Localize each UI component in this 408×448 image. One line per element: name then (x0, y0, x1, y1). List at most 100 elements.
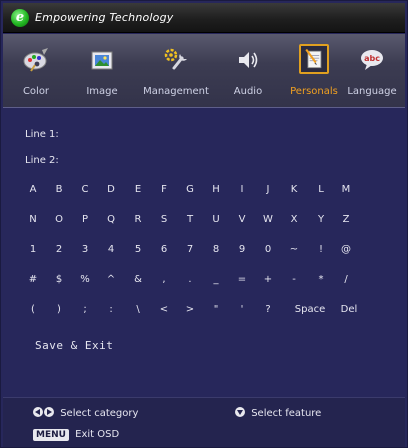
keyboard-key[interactable]: 8 (205, 244, 227, 264)
keyboard-key[interactable]: 7 (179, 244, 201, 264)
keyboard-key[interactable]: ~ (283, 244, 305, 264)
keyboard-key[interactable]: ( (22, 304, 44, 324)
hint-exit-osd-text: Exit OSD (75, 429, 120, 440)
keyboard-key[interactable]: H (205, 184, 227, 204)
keyboard-row: NOPQRSTUVWXYZ (3, 214, 405, 234)
right-arrow-icon (44, 407, 54, 417)
keyboard-key[interactable]: A (22, 184, 44, 204)
keyboard-key[interactable]: P (74, 214, 96, 234)
keyboard-key[interactable]: ? (257, 304, 279, 324)
save-exit-button[interactable]: Save & Exit (35, 339, 113, 352)
keyboard-key[interactable]: > (179, 304, 201, 324)
keyboard-key[interactable]: E (127, 184, 149, 204)
keyboard-key[interactable]: T (179, 214, 201, 234)
keyboard-key[interactable]: I (231, 184, 253, 204)
speech-bubble-abc-icon: abc (361, 50, 383, 70)
keyboard-key[interactable]: D (100, 184, 122, 204)
keyboard-key[interactable]: S (153, 214, 175, 234)
keyboard-key[interactable]: \ (127, 304, 149, 324)
keyboard-key[interactable]: 9 (231, 244, 253, 264)
keyboard-key[interactable]: _ (205, 274, 227, 294)
keyboard-key[interactable]: 2 (48, 244, 70, 264)
keyboard-key[interactable]: * (310, 274, 332, 294)
keyboard-key[interactable]: Q (100, 214, 122, 234)
keyboard-key[interactable]: ' (231, 304, 253, 324)
keyboard-key[interactable]: ^ (100, 274, 122, 294)
keyboard-key[interactable]: 4 (100, 244, 122, 264)
hint-select-feature-text: Select feature (251, 408, 322, 419)
keyboard-key[interactable]: < (153, 304, 175, 324)
hint-exit-osd: MENU Exit OSD (33, 429, 119, 441)
footer-hints: Select category Select feature MENU Exit… (3, 397, 405, 447)
line2-label: Line 2: (25, 155, 59, 166)
tab-label-language: Language (347, 86, 397, 97)
empowering-logo-icon: e (11, 9, 29, 27)
keyboard-key[interactable]: 0 (257, 244, 279, 264)
tab-label-management: Management (143, 86, 209, 97)
keyboard-key[interactable]: & (127, 274, 149, 294)
keyboard-key[interactable]: G (179, 184, 201, 204)
keyboard-key[interactable]: % (74, 274, 96, 294)
keyboard-key[interactable]: M (335, 184, 357, 204)
left-arrow-icon (33, 407, 43, 417)
keyboard-key[interactable]: C (74, 184, 96, 204)
keyboard-key[interactable]: N (22, 214, 44, 234)
svg-text:abc: abc (364, 54, 380, 63)
palette-icon (23, 48, 48, 72)
keyboard-key[interactable]: B (48, 184, 70, 204)
keyboard-key[interactable]: 6 (153, 244, 175, 264)
keyboard-key[interactable]: : (100, 304, 122, 324)
osd-window: e Empowering Technology Color Image Mana… (0, 0, 408, 448)
keyboard-key[interactable]: # (22, 274, 44, 294)
personals-panel: Line 1: Line 2: ABCDEFGHIJKLM NOPQRSTUVWX… (3, 109, 405, 397)
keyboard-key[interactable]: ) (48, 304, 70, 324)
title-bar: e Empowering Technology (3, 3, 405, 33)
keyboard-row: ();: \ < > " '? Space Del (3, 304, 405, 324)
keyboard-row: 1 2 3 4 5 6 7 8 9 0 ~! @ (3, 244, 405, 264)
keyboard-key[interactable]: 5 (127, 244, 149, 264)
down-arrow-icon (235, 407, 245, 417)
keyboard-key[interactable]: ; (74, 304, 96, 324)
brand-title: Empowering Technology (35, 11, 174, 24)
category-tab-bar: Color Image Management Audio Personals a… (3, 34, 405, 108)
keyboard-key[interactable]: , (153, 274, 175, 294)
keyboard-key[interactable]: 3 (74, 244, 96, 264)
keyboard-key[interactable]: J (257, 184, 279, 204)
keyboard-key[interactable]: = (231, 274, 253, 294)
line1-label: Line 1: (25, 129, 59, 140)
keyboard-key[interactable]: Z (335, 214, 357, 234)
tab-image[interactable]: Image (69, 34, 135, 108)
keyboard-key[interactable]: V (231, 214, 253, 234)
keyboard-key[interactable]: K (283, 184, 305, 204)
tools-icon (164, 48, 187, 70)
keyboard-key[interactable]: " (205, 304, 227, 324)
keyboard-key[interactable]: R (127, 214, 149, 234)
keyboard-key[interactable]: 1 (22, 244, 44, 264)
keyboard-key[interactable]: + (257, 274, 279, 294)
keyboard-key[interactable]: U (205, 214, 227, 234)
keyboard-key[interactable]: - (283, 274, 305, 294)
delete-key[interactable]: Del (334, 304, 364, 324)
keyboard-key[interactable]: L (310, 184, 332, 204)
keyboard-key[interactable]: F (153, 184, 175, 204)
keyboard-row: ABCDEFGHIJKLM (3, 184, 405, 204)
keyboard-key[interactable]: Y (310, 214, 332, 234)
notepad-icon (299, 44, 329, 74)
tab-audio[interactable]: Audio (215, 34, 281, 108)
tab-color[interactable]: Color (3, 34, 69, 108)
keyboard-key[interactable]: X (283, 214, 305, 234)
keyboard-key[interactable]: . (179, 274, 201, 294)
keyboard-key[interactable]: $ (48, 274, 70, 294)
menu-key-icon: MENU (33, 429, 69, 441)
keyboard-key[interactable]: W (257, 214, 279, 234)
keyboard-key[interactable]: O (48, 214, 70, 234)
keyboard-key[interactable]: @ (335, 244, 357, 264)
space-key[interactable]: Space (285, 304, 335, 324)
keyboard-key[interactable]: / (335, 274, 357, 294)
tab-language[interactable]: abc Language (339, 34, 405, 108)
image-icon (91, 51, 113, 70)
tab-management[interactable]: Management (143, 34, 209, 108)
hint-select-category: Select category (33, 407, 138, 419)
keyboard-key[interactable]: ! (310, 244, 332, 264)
hint-select-feature: Select feature (235, 407, 321, 419)
